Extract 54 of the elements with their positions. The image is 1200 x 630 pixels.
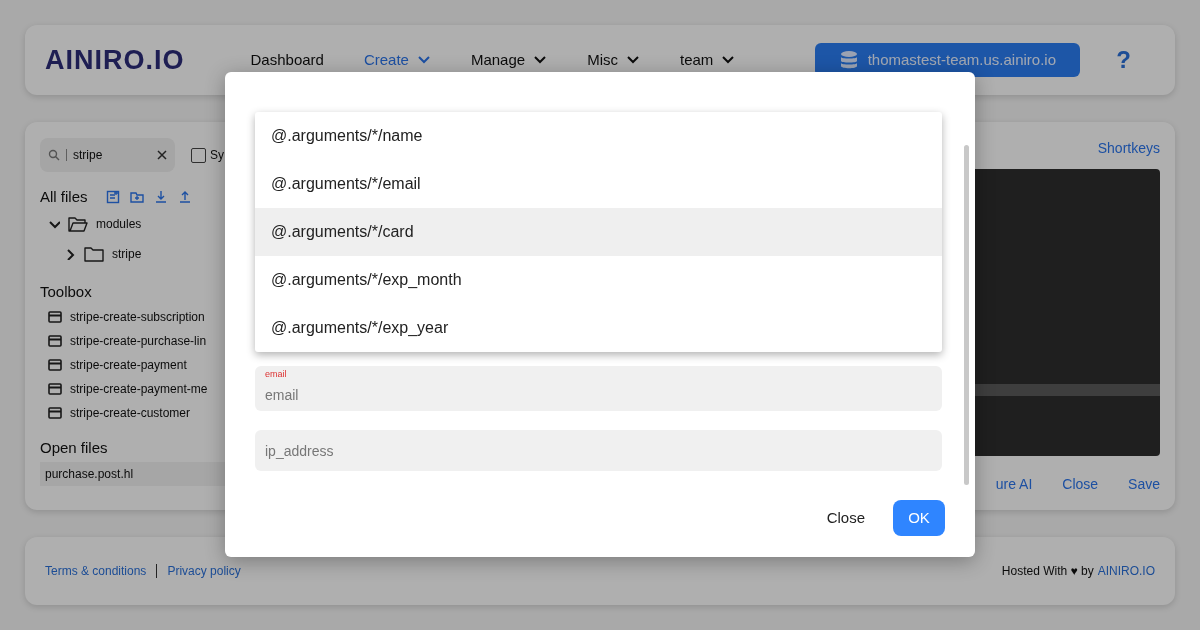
hosted-text: Hosted With ♥ by <box>1001 563 1094 580</box>
scrollbar[interactable] <box>964 145 969 485</box>
toolbox-item[interactable]: stripe-create-subscription <box>70 308 205 326</box>
card-icon <box>48 311 62 323</box>
nav-menu-item[interactable]: Manage <box>470 48 548 72</box>
suggestion-item[interactable]: @.arguments/*/exp_month <box>255 256 942 304</box>
input-field[interactable]: ip_address <box>255 430 942 471</box>
section-title: Open files <box>40 438 109 458</box>
toolbox-item[interactable]: stripe-create-payment <box>70 356 187 374</box>
folder-icon <box>84 245 104 262</box>
new-file-icon[interactable] <box>105 190 120 205</box>
checkbox-label: Sy <box>210 147 224 164</box>
suggestion-item[interactable]: @.arguments/*/email <box>255 160 942 208</box>
clear-icon[interactable] <box>157 150 167 160</box>
action-link[interactable]: Save <box>1128 474 1160 495</box>
card-icon <box>48 383 62 395</box>
action-link[interactable]: Close <box>1062 474 1099 495</box>
search-field[interactable]: stripe <box>40 138 175 172</box>
suggestion-item[interactable]: @.arguments/*/card <box>255 208 942 256</box>
chevron-icon[interactable] <box>64 247 76 260</box>
help-button[interactable]: ? <box>1110 41 1137 79</box>
download-icon[interactable] <box>153 190 168 205</box>
section-title: Toolbox <box>40 281 93 302</box>
card-icon <box>48 359 62 371</box>
footer-link[interactable]: Terms & conditions <box>45 562 147 580</box>
checkbox[interactable] <box>191 147 206 163</box>
search-icon <box>48 149 60 161</box>
nav-menu-item[interactable]: Misc <box>587 48 640 72</box>
toolbox-item[interactable]: stripe-create-purchase-lin <box>70 332 207 350</box>
footer-link[interactable]: Privacy policy <box>167 562 241 580</box>
action-link[interactable]: ure AI <box>995 474 1033 495</box>
suggestion-item[interactable]: @.arguments/*/exp_year <box>255 304 942 352</box>
tree-item[interactable]: modules <box>96 214 142 233</box>
open-file-tab[interactable]: purchase.post.hl <box>40 461 225 486</box>
toolbox-item[interactable]: stripe-create-customer <box>70 404 191 422</box>
open-folder-icon <box>68 215 88 232</box>
brand-link[interactable]: AINIRO.IO <box>1097 562 1155 580</box>
new-folder-icon[interactable] <box>129 190 144 205</box>
nav-menu-item[interactable]: Create <box>363 48 431 72</box>
upload-icon[interactable] <box>177 190 192 205</box>
card-icon <box>48 335 62 347</box>
suggestion-item[interactable]: @.arguments/*/name <box>255 112 942 160</box>
shortkeys-link[interactable]: Shortkeys <box>1097 138 1160 159</box>
close-button[interactable]: Close <box>820 505 871 531</box>
nav-menu-item[interactable]: team <box>680 48 736 72</box>
nav-menu-item[interactable]: Dashboard <box>250 48 324 72</box>
database-icon <box>839 50 858 70</box>
logo[interactable]: AINIRO.IO <box>45 39 185 81</box>
section-title: All files <box>40 187 88 207</box>
ok-button[interactable]: OK <box>893 500 945 536</box>
tree-item[interactable]: stripe <box>112 244 142 263</box>
field-label: email <box>265 368 287 381</box>
toolbox-item[interactable]: stripe-create-payment-me <box>70 380 208 398</box>
card-icon <box>48 407 62 419</box>
